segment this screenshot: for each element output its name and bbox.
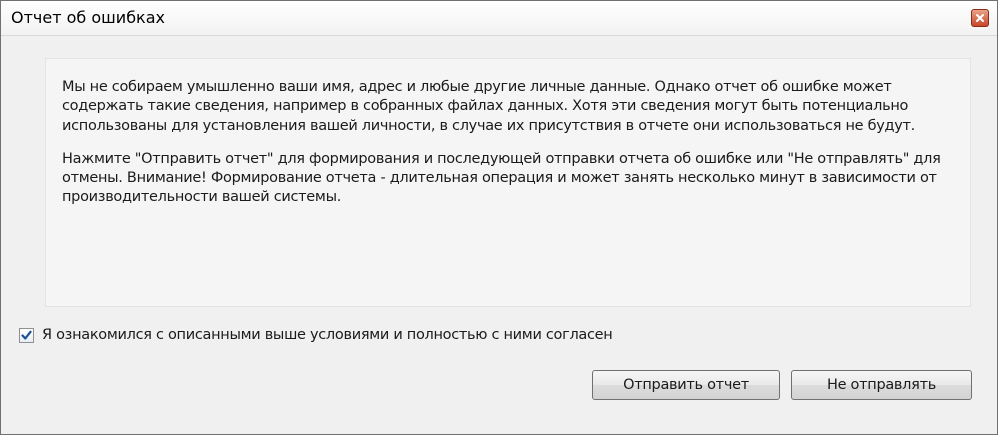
instructions-text: Нажмите "Отправить отчет" для формирован…: [62, 150, 941, 206]
send-report-button[interactable]: Отправить отчет: [592, 370, 780, 400]
window-title: Отчет об ошибках: [11, 8, 165, 27]
privacy-notice-text: Мы не собираем умышленно ваши имя, адрес…: [62, 79, 915, 134]
privacy-info-panel: Мы не собираем умышленно ваши имя, адрес…: [45, 58, 971, 307]
dont-send-button[interactable]: Не отправлять: [791, 370, 972, 400]
checkmark-icon: [21, 326, 32, 345]
title-bar[interactable]: Отчет об ошибках: [1, 1, 997, 36]
close-button[interactable]: [971, 9, 989, 27]
close-icon: [975, 13, 985, 23]
error-report-dialog: Отчет об ошибках Мы не собираем умышленн…: [0, 0, 998, 435]
agreement-checkbox[interactable]: [19, 326, 34, 345]
agreement-label[interactable]: Я ознакомился с описанными выше условиям…: [42, 327, 613, 343]
agreement-row[interactable]: Я ознакомился с описанными выше условиям…: [19, 326, 613, 345]
